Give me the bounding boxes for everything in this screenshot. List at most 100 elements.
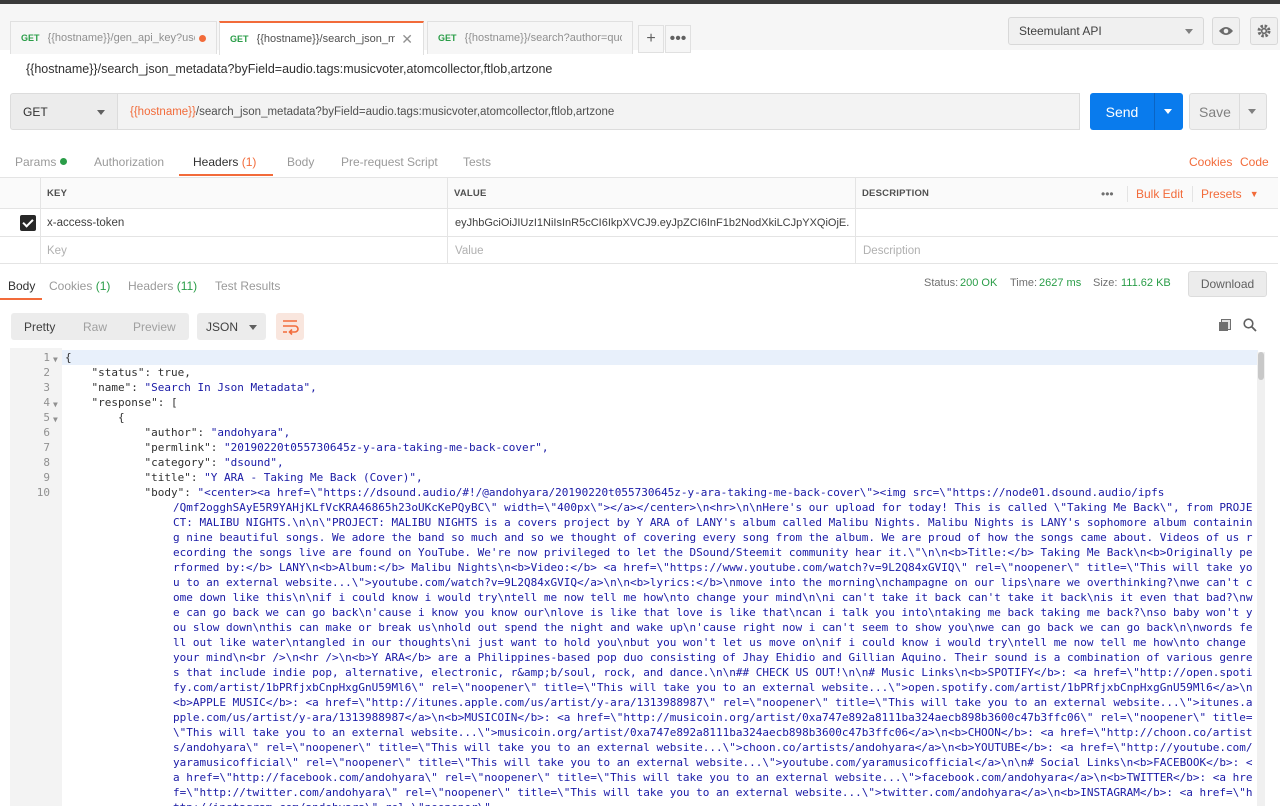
more-options-icon[interactable]: •••	[1101, 178, 1114, 209]
vertical-scrollbar[interactable]	[1257, 352, 1265, 806]
new-description-input[interactable]: Description	[863, 237, 921, 264]
tab-headers-label: Headers	[193, 155, 239, 169]
gear-icon[interactable]	[1250, 17, 1278, 45]
tab-prerequest-script[interactable]: Pre-request Script	[341, 155, 438, 169]
request-tab-2[interactable]: GET {{hostname}}/search_json_meta ✕	[219, 21, 424, 55]
unsaved-dot-icon	[199, 34, 206, 42]
tab-body[interactable]: Body	[287, 155, 314, 169]
column-divider	[40, 178, 41, 264]
url-variable: {{hostname}}	[130, 105, 196, 118]
fold-arrow-icon[interactable]: ▼	[53, 412, 58, 427]
fold-arrow-icon[interactable]: ▼	[53, 352, 58, 367]
code-line: "body": "<center><a href=\"https://dsoun…	[144, 486, 1165, 499]
code-line: "category": "dsound",	[144, 456, 284, 469]
chevron-down-icon[interactable]	[1164, 109, 1172, 114]
request-tab-3[interactable]: GET {{hostname}}/search?author=quoch	[427, 21, 633, 54]
code-line: "name": "Search In Json Metadata",	[91, 381, 317, 394]
headers-table-head: KEY VALUE DESCRIPTION ••• Bulk Edit Pres…	[0, 178, 1278, 209]
method-select[interactable]: GET	[10, 93, 118, 130]
save-button[interactable]: Save	[1189, 93, 1267, 130]
active-response-tab-underline	[0, 298, 42, 300]
line-number: 1	[43, 351, 50, 364]
column-divider	[1192, 186, 1193, 202]
body-value-continued: /Qmf2ogghSAyE5R9YAHjKLfVcKRA46865h23oUKc…	[173, 501, 1253, 806]
json-key: "response"	[91, 396, 158, 409]
response-tab-headers[interactable]: Headers (11)	[128, 279, 197, 293]
format-select[interactable]: JSON	[197, 313, 266, 340]
response-tab-body[interactable]: Body	[8, 279, 35, 293]
response-tab-cookies[interactable]: Cookies (1)	[49, 279, 110, 293]
chevron-down-icon[interactable]	[1248, 109, 1256, 114]
send-label: Send	[1105, 103, 1139, 120]
copy-icon[interactable]	[1218, 318, 1232, 337]
code-line: {	[65, 351, 72, 364]
json-value: "20190220t055730645z-y-ara-taking-me-bac…	[223, 441, 549, 454]
code-link[interactable]: Code	[1240, 155, 1269, 169]
bulk-edit-link[interactable]: Bulk Edit	[1136, 178, 1183, 209]
response-cookies-label: Cookies	[49, 279, 93, 293]
column-description: DESCRIPTION	[862, 188, 930, 199]
tab-params[interactable]: Params	[15, 155, 68, 169]
header-empty-row: Key Value Description	[0, 237, 1278, 264]
request-title[interactable]: {{hostname}}/search_json_metadata?byFiel…	[26, 62, 552, 76]
cookies-link[interactable]: Cookies	[1189, 155, 1232, 169]
code-line: {	[65, 411, 125, 424]
line-number: 5	[43, 411, 50, 424]
send-button[interactable]: Send	[1090, 93, 1183, 130]
json-key: "status"	[91, 366, 145, 379]
status-value[interactable]: 200 OK	[960, 277, 997, 289]
new-key-input[interactable]: Key	[47, 237, 67, 264]
tab-method: GET	[21, 33, 40, 43]
size-value[interactable]: 111.62 KB	[1121, 277, 1171, 289]
line-number: 9	[43, 471, 50, 484]
tab-method: GET	[230, 34, 249, 44]
json-key: "name"	[91, 381, 132, 394]
response-tab-test-results[interactable]: Test Results	[215, 279, 280, 293]
fold-arrow-icon[interactable]: ▼	[53, 397, 58, 412]
chevron-down-icon: ▼	[1249, 188, 1259, 199]
json-value: [	[170, 396, 178, 409]
view-preview[interactable]: Preview	[133, 320, 176, 334]
new-tab-plus-icon[interactable]: +	[638, 25, 664, 53]
time-value[interactable]: 2627 ms	[1039, 277, 1081, 289]
header-enabled-checkbox[interactable]	[20, 215, 36, 231]
eye-icon[interactable]	[1212, 17, 1240, 45]
tab-tests[interactable]: Tests	[463, 155, 491, 169]
header-key-input[interactable]: x-access-token	[47, 209, 124, 237]
json-key: "author"	[144, 426, 198, 439]
new-value-input[interactable]: Value	[455, 237, 484, 264]
view-raw[interactable]: Raw	[83, 320, 107, 334]
response-body-viewer[interactable]: 1 ▼ { 2 "status": true, 3 "name": "Searc…	[10, 348, 1266, 806]
url-input[interactable]: {{hostname}}/search_json_metadata?byFiel…	[118, 93, 1080, 130]
environment-select[interactable]: Steemulant API	[1008, 17, 1204, 45]
close-tab-icon[interactable]: ✕	[401, 31, 413, 48]
tab-headers[interactable]: Headers (1)	[193, 155, 256, 169]
request-tabs-bar: GET {{hostname}}/gen_api_key?user= GET {…	[0, 4, 1280, 55]
format-label: JSON	[206, 319, 239, 334]
search-icon[interactable]	[1243, 318, 1257, 337]
view-pretty[interactable]: Pretty	[24, 320, 55, 334]
headers-count: (1)	[241, 155, 257, 169]
code-line: "author": "andohyara",	[144, 426, 291, 439]
send-divider	[1154, 93, 1155, 130]
url-path: /search_json_metadata?byField=audio.tags…	[195, 105, 615, 118]
line-number: 8	[43, 456, 50, 469]
code-line: "status": true,	[91, 366, 191, 379]
tab-method: GET	[438, 33, 457, 43]
chevron-down-icon	[97, 110, 105, 115]
line-number: 3	[43, 381, 50, 394]
header-value-input[interactable]: eyJhbGciOiJIUzI1NiIsInR5cCI6IkpXVCJ9.eyJ…	[455, 209, 850, 237]
request-tab-1[interactable]: GET {{hostname}}/gen_api_key?user=	[10, 21, 217, 54]
wrap-lines-icon[interactable]	[276, 313, 304, 340]
presets-dropdown[interactable]: Presets ▼	[1201, 178, 1259, 209]
json-value: "Y ARA - Taking Me Back (Cover)",	[204, 471, 423, 484]
params-indicator-dot	[60, 158, 68, 165]
line-number: 2	[43, 366, 50, 379]
more-tabs-icon[interactable]: •••	[665, 25, 691, 53]
json-key: "permlink"	[144, 441, 211, 454]
tab-authorization[interactable]: Authorization	[94, 155, 164, 169]
download-button[interactable]: Download	[1188, 271, 1267, 297]
view-mode-toggle: Pretty Raw Preview	[11, 313, 189, 340]
scrollbar-thumb[interactable]	[1258, 352, 1264, 380]
tab-url: {{hostname}}/search_json_meta	[256, 33, 396, 45]
